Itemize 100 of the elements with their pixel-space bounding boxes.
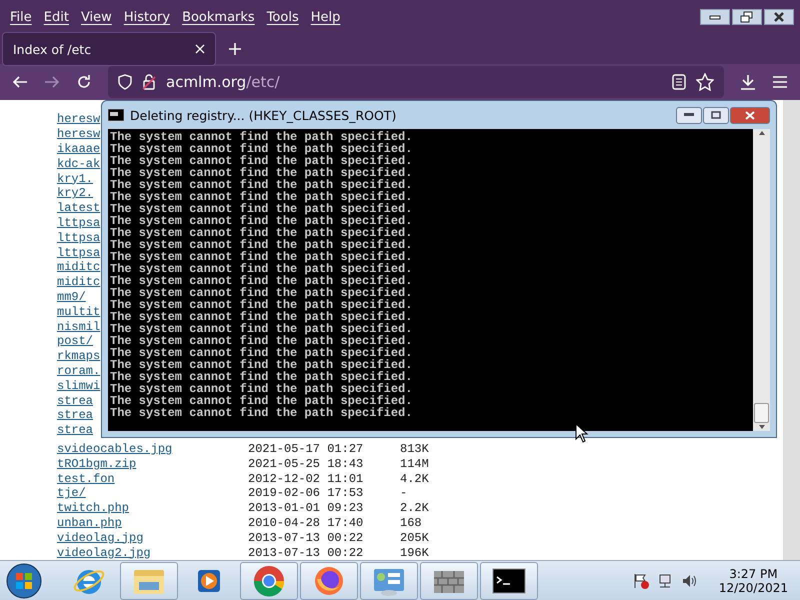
- file-link[interactable]: nismil: [57, 320, 100, 334]
- file-link[interactable]: lttpsa: [57, 216, 100, 230]
- file-link[interactable]: heresw: [57, 127, 100, 142]
- close-icon[interactable]: [195, 44, 205, 54]
- minimize-button[interactable]: [700, 9, 730, 25]
- file-size: 196K: [400, 546, 429, 560]
- file-link[interactable]: rkmaps: [57, 349, 100, 364]
- modified-date: 2013-07-13 00:22: [248, 546, 364, 560]
- modified-date: 2012-12-02 11:01: [248, 472, 364, 486]
- file-link[interactable]: twitch.php: [57, 501, 130, 516]
- reader-view-icon[interactable]: [672, 74, 686, 90]
- file-link[interactable]: kry2.: [57, 186, 94, 200]
- console-line: The system cannot find the path specified.: [110, 155, 414, 167]
- file-link[interactable]: strea: [57, 394, 94, 408]
- file-link[interactable]: heresw: [57, 112, 100, 126]
- browser-tab[interactable]: Index of /etc: [2, 32, 216, 66]
- console-line: The system cannot find the path specified.: [110, 335, 414, 347]
- menu-item[interactable]: Bookmarks: [176, 10, 261, 24]
- file-size: 4.2K: [400, 472, 429, 486]
- menu-item[interactable]: History: [118, 10, 176, 24]
- file-link[interactable]: lttpsa: [57, 230, 100, 245]
- start-button[interactable]: [4, 562, 44, 600]
- scrollbar[interactable]: [753, 129, 770, 431]
- file-link[interactable]: videolag2.jpg: [57, 546, 151, 560]
- menu-item[interactable]: File: [4, 10, 38, 24]
- menu-icon[interactable]: [772, 75, 788, 89]
- file-link[interactable]: kry1.: [57, 172, 94, 186]
- back-icon[interactable]: [12, 75, 28, 89]
- file-link[interactable]: miditc: [57, 275, 100, 290]
- flag-icon[interactable]: [632, 572, 649, 588]
- console-line: The system cannot find the path specified.: [110, 287, 414, 299]
- file-link[interactable]: svideocables.jpg: [57, 442, 172, 456]
- console-line: The system cannot find the path specified.: [110, 203, 414, 215]
- file-link[interactable]: slimwi: [57, 378, 100, 393]
- file-size: -: [400, 486, 408, 500]
- console-line: The system cannot find the path specified.: [110, 299, 414, 311]
- file-link[interactable]: mm9/: [57, 290, 86, 304]
- console-line: The system cannot find the path specified.: [110, 263, 414, 275]
- menu-item[interactable]: View: [74, 10, 118, 24]
- network-icon[interactable]: [656, 572, 673, 588]
- console-line: The system cannot find the path specified.: [110, 167, 414, 179]
- console-line: The system cannot find the path specified.: [110, 239, 414, 251]
- window-title: Deleting registry... (HKEY_CLASSES_ROOT): [130, 108, 396, 122]
- console-line: The system cannot find the path specified.: [110, 191, 414, 203]
- new-tab-icon[interactable]: [228, 42, 242, 56]
- reload-icon[interactable]: [76, 74, 92, 90]
- shield-icon: [118, 74, 132, 90]
- firefox-icon: [313, 564, 345, 596]
- file-link[interactable]: strea: [57, 423, 94, 438]
- file-link[interactable]: ikaaae: [57, 142, 100, 156]
- minimize-icon: [684, 113, 694, 117]
- console-line: The system cannot find the path specified.: [110, 311, 414, 323]
- modified-date: 2019-02-06 17:53: [248, 486, 364, 500]
- download-icon[interactable]: [740, 74, 756, 90]
- restore-button[interactable]: [732, 9, 762, 25]
- minimize-icon: [709, 14, 721, 20]
- modified-date: 2010-04-28 17:40: [248, 516, 364, 530]
- close-icon: [745, 110, 755, 120]
- close-icon: [773, 12, 785, 22]
- maximize-icon: [711, 111, 721, 119]
- file-link[interactable]: test.fon: [57, 472, 115, 486]
- file-link[interactable]: unban.php: [57, 516, 122, 530]
- menu-item[interactable]: Edit: [38, 10, 75, 24]
- file-link[interactable]: kdc-ak: [57, 156, 100, 171]
- clock[interactable]: 3:27 PM 12/20/2021: [718, 566, 788, 594]
- star-icon[interactable]: [696, 73, 714, 91]
- file-link[interactable]: multit: [57, 304, 100, 319]
- modified-date: 2021-05-17 01:27: [248, 442, 364, 456]
- close-button[interactable]: [764, 9, 794, 25]
- console-line: The system cannot find the path specified.: [110, 143, 414, 155]
- forward-icon[interactable]: [44, 75, 60, 89]
- maximize-button[interactable]: [703, 106, 729, 124]
- modified-date: 2013-07-13 00:22: [248, 530, 364, 545]
- console-line: The system cannot find the path specified.: [110, 347, 414, 359]
- menu-item[interactable]: Help: [304, 10, 346, 24]
- file-link[interactable]: post/: [57, 334, 94, 348]
- file-link[interactable]: lttpsa: [57, 246, 100, 260]
- restore-icon: [740, 11, 754, 23]
- file-link[interactable]: miditc: [57, 260, 100, 274]
- address-bar[interactable]: acmlm.org/etc/: [108, 66, 724, 98]
- file-link[interactable]: tje/: [57, 486, 86, 500]
- scroll-thumb[interactable]: [754, 403, 769, 423]
- file-link[interactable]: videolag.jpg: [57, 530, 144, 545]
- file-link[interactable]: tRO1bgm.zip: [57, 456, 136, 471]
- console-line: The system cannot find the path specified.: [110, 383, 414, 395]
- file-size: 813K: [400, 442, 429, 456]
- scroll-up-icon: [758, 129, 766, 137]
- console-line: The system cannot find the path specified.: [110, 359, 414, 371]
- console-line: The system cannot find the path specified.: [110, 251, 414, 263]
- file-link[interactable]: strea: [57, 408, 94, 422]
- close-button[interactable]: [730, 106, 770, 124]
- menu-item[interactable]: Tools: [260, 10, 305, 24]
- scrollbar[interactable]: [783, 100, 800, 560]
- lock-icon: [142, 74, 156, 90]
- minimize-button[interactable]: [676, 106, 702, 124]
- taskbar-button[interactable]: [480, 562, 538, 600]
- file-link[interactable]: latest: [57, 201, 100, 216]
- file-link[interactable]: roram.: [57, 364, 100, 378]
- volume-icon[interactable]: [680, 572, 697, 588]
- console-line: The system cannot find the path specified.: [110, 407, 414, 419]
